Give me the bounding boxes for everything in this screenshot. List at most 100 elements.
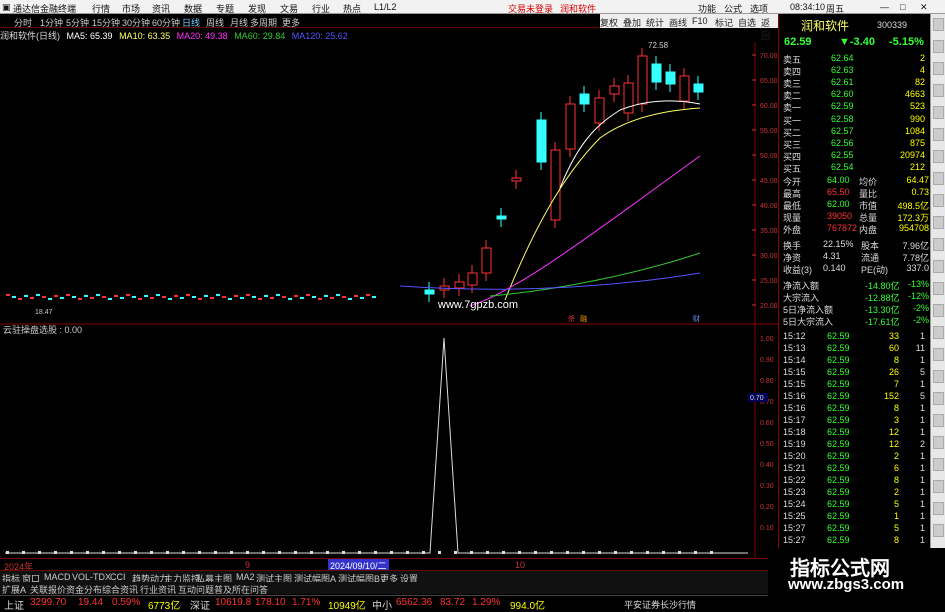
tick-time: 15:27 <box>783 535 806 545</box>
ask-volume: 82 <box>914 77 925 87</box>
indicator-tab[interactable]: VOL-TDX <box>72 572 111 582</box>
candle <box>138 298 142 300</box>
peak-price-label: 72.58 <box>648 41 669 50</box>
candle <box>54 295 58 297</box>
side-tool-button[interactable] <box>933 106 944 119</box>
signal-dot <box>694 551 697 554</box>
candle <box>78 298 82 300</box>
side-tool-button[interactable] <box>933 150 944 163</box>
site-watermark: 指标公式网 www.zbgs3.com <box>768 548 945 598</box>
side-tool-button[interactable] <box>933 18 944 31</box>
signal-dot <box>550 551 553 554</box>
minimize-icon[interactable]: — <box>880 2 889 12</box>
signal-dot <box>470 551 473 554</box>
low-price-label: 18.47 <box>35 309 53 316</box>
side-tool-button[interactable] <box>933 502 944 515</box>
signal-dot <box>406 551 409 554</box>
candle <box>354 295 358 297</box>
tick-time: 15:27 <box>783 523 806 533</box>
flow-pct: -12% <box>907 291 929 301</box>
tick-price: 62.59 <box>827 475 850 485</box>
tick-volume: 2 <box>893 487 899 497</box>
candle <box>511 177 522 182</box>
stat-value: 4.31 <box>823 251 841 261</box>
stat-value: 767872 <box>827 223 858 233</box>
signal-dot <box>262 551 265 554</box>
tick-volume: 12 <box>888 439 899 449</box>
chart-area[interactable]: 70.00 65.00 60.00 55.00 50.00 45.00 40.00 35.00… <box>0 28 778 558</box>
indicator-tick: 0.40 <box>760 462 774 469</box>
stock-name: 润和软件 <box>801 19 850 33</box>
side-tool-button[interactable] <box>933 194 944 207</box>
candle <box>496 215 507 220</box>
candle <box>264 295 268 297</box>
flow-row: 净流入额 -14.80亿 -13% <box>779 279 929 291</box>
sz-amount: 10949亿 <box>328 601 366 612</box>
candle <box>366 294 370 296</box>
tick-price: 62.59 <box>827 499 850 509</box>
close-icon[interactable]: ✕ <box>920 2 928 13</box>
signal-dot <box>710 551 713 554</box>
chart-tool[interactable]: F10 <box>692 16 708 26</box>
signal-dot <box>566 551 569 554</box>
signal-dot <box>358 551 361 554</box>
side-tool-button[interactable] <box>933 524 944 537</box>
indicator-tick: 0.80 <box>760 378 774 385</box>
side-tool-button[interactable] <box>933 282 944 295</box>
side-tool-button[interactable] <box>933 172 944 185</box>
tick-count: 5 <box>919 367 925 377</box>
tick-row: 15:21 62.59 6 1 <box>779 463 929 475</box>
app-icon: ▣ <box>2 2 11 12</box>
stat-value: 0.140 <box>823 263 846 273</box>
side-tool-button[interactable] <box>933 458 944 471</box>
candle <box>84 295 88 297</box>
indicator-tab[interactable]: MACD <box>44 572 71 582</box>
tick-volume: 6 <box>893 463 899 473</box>
indicator-axis: 1.000.900.800.700.600.500.400.300.200.10 <box>760 336 774 532</box>
side-tool-button[interactable] <box>933 84 944 97</box>
side-tool-button[interactable] <box>933 414 944 427</box>
side-tool-button[interactable] <box>933 304 944 317</box>
side-tool-button[interactable] <box>933 480 944 493</box>
side-tool-button[interactable] <box>933 40 944 53</box>
side-tool-button[interactable] <box>933 436 944 449</box>
tick-count: 1 <box>919 415 925 425</box>
signal-dot <box>614 551 617 554</box>
tick-time: 15:16 <box>783 403 806 413</box>
side-tool-button[interactable] <box>933 392 944 405</box>
side-tool-button[interactable] <box>933 260 944 273</box>
tick-time: 15:22 <box>783 475 806 485</box>
side-tool-button[interactable] <box>933 348 944 361</box>
side-tool-button[interactable] <box>933 370 944 383</box>
stat-value: 65.50 <box>827 187 850 197</box>
tick-row: 15:27 62.59 5 1 <box>779 523 929 535</box>
tick-volume: 3 <box>893 415 899 425</box>
side-tool-button[interactable] <box>933 62 944 75</box>
menu-item[interactable]: L1/L2 <box>374 2 397 12</box>
tick-row: 15:25 62.59 1 1 <box>779 511 929 523</box>
indicator-tab[interactable]: MA2 <box>236 572 255 582</box>
event-mark[interactable]: 杀 <box>568 314 575 323</box>
price-tick: 30.00 <box>760 253 778 260</box>
sz-percent: 1.71% <box>292 597 321 608</box>
side-tool-button[interactable] <box>933 238 944 251</box>
tick-count: 1 <box>919 535 925 545</box>
candle <box>294 295 298 297</box>
tick-count: 1 <box>919 487 925 497</box>
candle <box>96 294 100 296</box>
stat-value: 64.47 <box>906 175 929 185</box>
side-toolbar[interactable] <box>930 14 945 595</box>
stock-code: 300339 <box>877 20 908 30</box>
indicator-tab[interactable]: CCI <box>110 572 126 582</box>
signal-dot <box>214 551 217 554</box>
candle <box>12 296 16 298</box>
event-mark[interactable]: 融 <box>580 314 587 323</box>
side-tool-button[interactable] <box>933 216 944 229</box>
side-tool-button[interactable] <box>933 128 944 141</box>
signal-dot <box>486 551 489 554</box>
maximize-icon[interactable]: □ <box>900 2 905 12</box>
side-tool-button[interactable] <box>933 326 944 339</box>
candle <box>204 295 208 297</box>
event-mark[interactable]: 财 <box>693 314 700 323</box>
date-month-9: 9 <box>245 560 251 570</box>
